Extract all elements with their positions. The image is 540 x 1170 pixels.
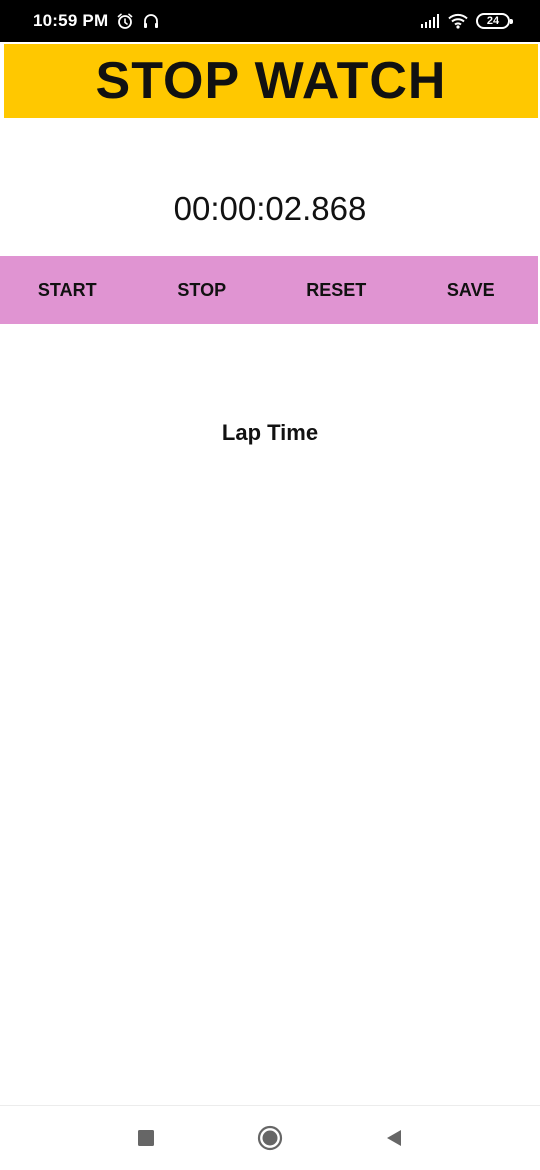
app-title: STOP WATCH: [95, 52, 447, 110]
back-icon[interactable]: [372, 1116, 416, 1160]
reset-button[interactable]: RESET: [269, 256, 404, 324]
alarm-icon: [116, 12, 134, 30]
app-header: STOP WATCH: [4, 44, 538, 118]
save-button[interactable]: SAVE: [404, 256, 539, 324]
timer-display: 00:00:02.868: [173, 190, 367, 227]
home-icon[interactable]: [248, 1116, 292, 1160]
status-bar: 10:59 PM 24: [0, 0, 540, 42]
navigation-bar: [0, 1105, 540, 1170]
stop-button[interactable]: STOP: [135, 256, 270, 324]
wifi-icon: [448, 13, 468, 29]
lap-time-title: Lap Time: [221, 420, 319, 445]
recent-apps-icon[interactable]: [124, 1116, 168, 1160]
signal-icon: [420, 14, 440, 28]
status-right: 24: [420, 13, 513, 29]
battery-icon: 24: [476, 13, 513, 29]
status-left: 10:59 PM: [33, 11, 160, 31]
headphones-icon: [142, 12, 160, 30]
controls-bar: START STOP RESET SAVE: [0, 256, 538, 324]
status-time: 10:59 PM: [33, 11, 109, 30]
start-button[interactable]: START: [0, 256, 135, 324]
